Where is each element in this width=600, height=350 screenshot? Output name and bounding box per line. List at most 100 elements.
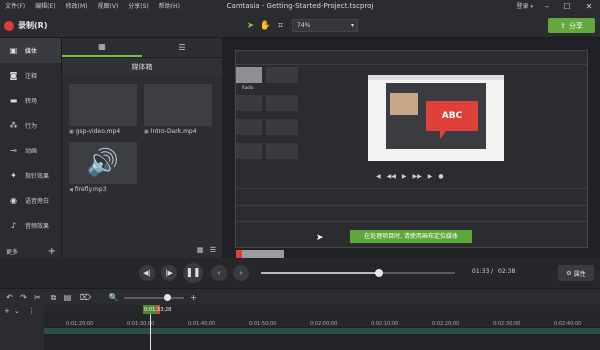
playhead-time: 0:01:33;28 [144,307,172,313]
canvas-tile [266,119,298,135]
sidebar-item-animations[interactable]: ⊸ 动画 [0,138,61,163]
zoom-in-icon[interactable]: + [188,292,199,303]
slide-thumbnail [390,93,418,115]
record-button[interactable]: 录制(R) [4,18,47,33]
timeline-zoom-slider[interactable] [124,297,184,299]
audio-waveform-track[interactable] [44,335,600,350]
media-item-name: firefly.mp3 [74,186,107,193]
ruler-tick: 0:02:30;00 [493,321,521,327]
close-icon[interactable]: ✕ [580,0,598,13]
zoom-select[interactable]: 74% [292,19,358,32]
add-track-icon[interactable]: + [4,307,10,315]
media-item[interactable]: 🔊 ◀ firefly.mp3 [69,142,137,193]
forward-icon: ▶▶ [412,173,422,180]
zoom-out-icon[interactable]: 🔍 [108,292,119,303]
canvas-tile [236,95,262,111]
copy-icon[interactable]: ⧉ [48,292,59,303]
collapse-icon[interactable]: ⌄ [14,307,20,315]
canvas-tile-label: Radio [242,85,254,90]
audio-file-icon: ◀ [69,187,73,193]
progress-fill [261,272,380,274]
more-button[interactable]: 更多 [6,247,18,256]
playback-progress[interactable] [261,269,455,277]
add-tool-icon[interactable]: + [48,246,56,257]
track-controls: + ⌄ ⋮ [0,305,44,350]
redo-icon[interactable]: ↷ [18,292,29,303]
sidebar-item-voice-narration[interactable]: ◉ 语音旁白 [0,188,61,213]
pause-button[interactable]: ❚❚ [183,263,203,283]
paste-icon[interactable]: ▤ [62,292,73,303]
timeline-zoom-knob[interactable] [164,294,171,301]
menu-edit[interactable]: 编辑(E) [30,0,60,13]
sidebar-item-media[interactable]: ▣ 媒体 [0,38,61,63]
sidebar-item-label: 行为 [25,123,38,130]
share-button[interactable]: ⇪ 分享 [548,18,595,33]
timeline-track[interactable] [44,328,600,334]
slide-titlebar [368,75,504,80]
undo-icon[interactable]: ↶ [4,292,15,303]
current-time: 01:33 [472,268,490,275]
sidebar-item-behaviors[interactable]: ⁂ 行为 [0,113,61,138]
select-tool-icon[interactable]: ➤ [244,19,257,32]
slide-preview[interactable]: ABC [368,75,504,161]
total-time: 02:38 [498,268,516,275]
gear-icon: ⚙ [566,269,572,277]
ruler-tick: 0:01:40;00 [188,321,216,327]
microphone-icon: ◉ [10,196,17,205]
sidebar-item-annotations[interactable]: ◙ 注释 [0,63,61,88]
properties-label: 属性 [573,270,586,278]
media-item[interactable]: ▣ gsp-video.mp4 [69,84,137,135]
step-back-button[interactable]: ◀| [139,265,155,281]
preview-canvas[interactable]: Radio ABC ◀ ◀◀ ▶ ▶▶ ▶ ● ➤ [235,50,588,259]
track-menu-icon[interactable]: ⋮ [28,307,35,315]
sidebar-item-audio-effects[interactable]: ♪ 音频效果 [0,213,61,238]
sidebar-item-label: 媒体 [25,48,38,55]
media-item[interactable]: ▣ Intro-Dark.mp4 [144,84,212,135]
embedded-player-controls: ◀ ◀◀ ▶ ▶▶ ▶ ● [376,173,444,180]
split-icon[interactable]: ⌦ [80,292,91,303]
cut-icon[interactable]: ✂ [32,292,43,303]
list-view-icon[interactable]: ☰ [208,245,218,255]
ruler-tick: 0:01:20;00 [66,321,94,327]
previous-clip-button[interactable]: ‹ [211,265,227,281]
menu-modify[interactable]: 修改(M) [61,0,93,13]
tab-media-bin[interactable]: ▦ [62,38,142,57]
tab-library[interactable]: ☰ [142,38,222,57]
prev-icon: ◀ [376,173,381,180]
step-forward-button[interactable]: |▶ [161,265,177,281]
progress-knob[interactable] [375,269,384,277]
grid-view-icon[interactable]: ▦ [195,245,205,255]
bin-tabs: ▦ ☰ [62,38,222,58]
sidebar-item-label: 语音旁白 [25,198,50,205]
time-separator: / [491,268,494,275]
login-dropdown[interactable]: 登录 [516,0,533,14]
menu-file[interactable]: 文件(F) [0,0,30,13]
next-clip-button[interactable]: › [233,265,249,281]
canvas-guide [236,205,587,206]
timeline-toolbar: ↶ ↷ ✂ ⧉ ▤ ⌦ 🔍 + [0,288,600,305]
sidebar-item-label: 音频效果 [25,223,50,230]
animation-icon: ⊸ [10,146,17,155]
properties-button[interactable]: ⚙ 属性 [558,265,594,281]
menu-view[interactable]: 视图(V) [92,0,123,13]
sidebar-item-transitions[interactable]: ▬ 转场 [0,88,61,113]
minimize-icon[interactable]: – [538,0,556,13]
media-thumbnail [144,84,212,126]
sidebar-item-label: 指针效果 [25,173,50,180]
sidebar-item-label: 动画 [25,148,38,155]
ruler-tick: 0:01:50;00 [249,321,277,327]
sidebar-item-cursor-effects[interactable]: ✦ 指针效果 [0,163,61,188]
playhead-line [150,314,151,350]
video-file-icon: ▣ [144,129,149,135]
behavior-icon: ⁂ [9,121,18,130]
maximize-icon[interactable]: ☐ [558,0,576,13]
media-thumbnail: 🔊 [69,142,137,184]
library-list-icon: ☰ [178,43,186,52]
menu-share[interactable]: 分享(S) [123,0,154,13]
menu-bar: 文件(F) 编辑(E) 修改(M) 视图(V) 分享(S) 帮助(H) Camt… [0,0,600,13]
crop-tool-icon[interactable]: ⌗ [274,19,287,32]
more-tools: 更多 + [0,244,62,258]
pan-tool-icon[interactable]: ✋ [259,19,272,32]
ruler-tick: 0:02:10;00 [371,321,399,327]
menu-help[interactable]: 帮助(H) [154,0,185,13]
